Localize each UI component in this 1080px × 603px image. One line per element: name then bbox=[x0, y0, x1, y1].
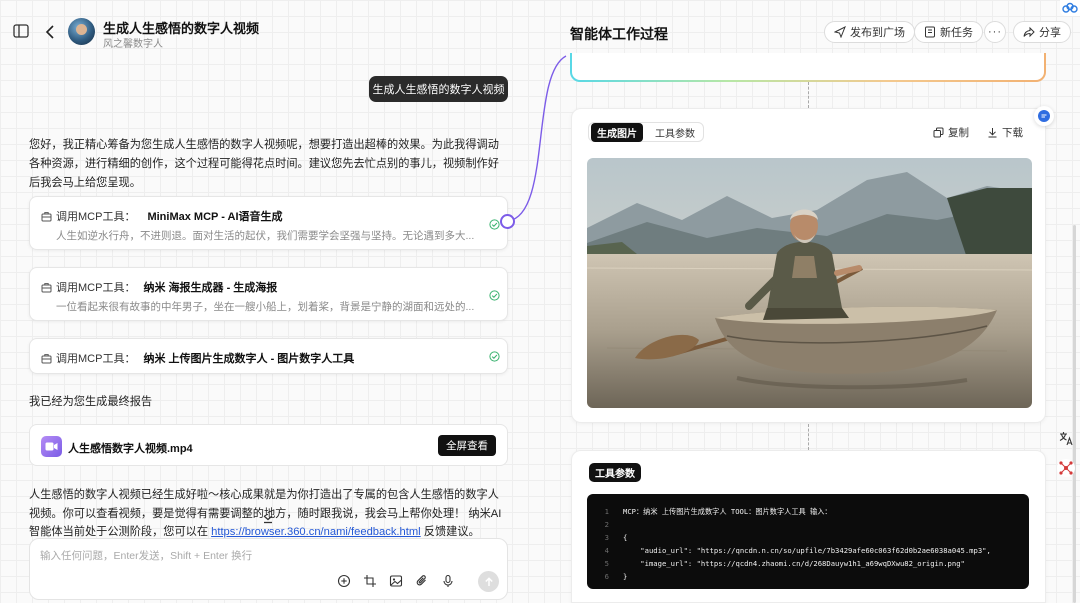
new-task-button[interactable]: 新任务 bbox=[914, 21, 983, 43]
chat-bubble-icon bbox=[1038, 110, 1050, 122]
assistant-reply: 您好，我正精心筹备为您生成人生感悟的数字人视频呢，想要打造出超棒的效果。为此我得… bbox=[29, 139, 499, 189]
new-task-icon bbox=[925, 26, 935, 38]
sidebar-toggle-icon[interactable] bbox=[13, 24, 29, 38]
tool-call-card[interactable]: 调用MCP工具： MiniMax MCP - AI语音生成 人生如逆水行舟，不进… bbox=[29, 196, 508, 250]
report-label: 我已经为您生成最终报告 bbox=[29, 396, 153, 408]
code-line: 4 "audio_url": "https://qncdn.n.cn/so/up… bbox=[604, 546, 991, 555]
final-message-tail: 反馈建议。 bbox=[420, 526, 480, 538]
check-circle-icon bbox=[489, 219, 500, 230]
scroll-down-icon[interactable] bbox=[262, 513, 274, 525]
input-toolbar bbox=[337, 574, 455, 588]
previous-step-card bbox=[570, 53, 1046, 82]
tool-call-prefix: 调用MCP工具： bbox=[56, 211, 136, 223]
more-button[interactable]: ··· bbox=[984, 21, 1006, 43]
tool-call-detail: 人生如逆水行舟，不进则退。面对生活的起伏，我们需要学会坚强与坚持。无论遇到多大.… bbox=[56, 230, 475, 242]
arrow-up-icon bbox=[484, 576, 493, 586]
tool-call-prefix: 调用MCP工具： bbox=[56, 282, 136, 294]
download-icon bbox=[988, 128, 997, 138]
copy-icon bbox=[933, 127, 944, 138]
tool-call-header: 调用MCP工具： 纳米 海报生成器 - 生成海报 bbox=[41, 279, 277, 295]
toolbox-icon bbox=[41, 353, 52, 363]
check-circle-icon bbox=[489, 351, 500, 362]
cloud-logo-icon bbox=[1062, 2, 1078, 13]
publish-button[interactable]: 发布到广场 bbox=[824, 21, 915, 43]
share-icon bbox=[1023, 26, 1035, 38]
tool-call-name: 纳米 上传图片生成数字人 - 图片数字人工具 bbox=[143, 353, 355, 365]
step-connector bbox=[808, 82, 809, 108]
floating-chat-button[interactable] bbox=[1034, 106, 1054, 126]
panel-scrollbar[interactable] bbox=[1073, 225, 1076, 603]
microphone-icon[interactable] bbox=[441, 574, 455, 588]
code-line: 5 "image_url": "https://qcdn4.zhaomi.cn/… bbox=[604, 559, 965, 568]
tool-call-card[interactable]: 调用MCP工具： 纳米 海报生成器 - 生成海报 一位看起来很有故事的中年男子，… bbox=[29, 267, 508, 321]
generated-image-card: 生成图片 工具参数 复制 下载 bbox=[571, 108, 1046, 423]
chevron-left-icon[interactable] bbox=[43, 24, 57, 40]
video-filename: 人生感悟数字人视频.mp4 bbox=[68, 443, 193, 455]
send-button[interactable] bbox=[478, 571, 499, 592]
avatar bbox=[68, 18, 95, 45]
download-label: 下载 bbox=[1002, 127, 1023, 139]
step-connector bbox=[808, 424, 809, 450]
app-logo[interactable] bbox=[1060, 0, 1080, 16]
copy-button[interactable]: 复制 bbox=[933, 125, 969, 140]
panel-title: 智能体工作过程 bbox=[570, 26, 668, 42]
chat-input-box bbox=[29, 538, 508, 600]
code-line: 3{ bbox=[604, 533, 628, 542]
code-line: 2 bbox=[604, 520, 609, 529]
final-message: 人生感悟的数字人视频已经生成好啦～核心成果就是为你打造出了专属的包含人生感悟的数… bbox=[29, 486, 509, 538]
image-icon[interactable] bbox=[389, 574, 403, 588]
translate-icon[interactable] bbox=[1058, 430, 1074, 446]
tool-params-card: 工具参数 1 MCP：纳米 上传图片生成数字人 TOOL：图片数字人工具 输入： … bbox=[571, 450, 1046, 603]
toolbox-icon bbox=[41, 282, 52, 292]
tool-call-header: 调用MCP工具： MiniMax MCP - AI语音生成 bbox=[41, 208, 283, 224]
image-actions: 复制 下载 bbox=[933, 125, 1023, 140]
generated-image[interactable] bbox=[587, 158, 1032, 408]
tool-call-prefix: 调用MCP工具： bbox=[56, 353, 136, 365]
add-circle-icon[interactable] bbox=[337, 574, 351, 588]
tool-call-name: 纳米 海报生成器 - 生成海报 bbox=[143, 282, 278, 294]
tool-params-title: 工具参数 bbox=[589, 463, 641, 482]
copy-label: 复制 bbox=[948, 127, 969, 139]
send-icon bbox=[834, 26, 846, 38]
app-header: 生成人生感悟的数字人视频 风之馨数字人 智能体工作过程 发布到广场 新任务 ··… bbox=[0, 0, 1080, 60]
crop-icon[interactable] bbox=[363, 574, 377, 588]
video-file-icon bbox=[41, 436, 62, 457]
code-block[interactable]: 1 MCP：纳米 上传图片生成数字人 TOOL：图片数字人工具 输入： 2 3{ … bbox=[587, 494, 1029, 589]
download-button[interactable]: 下载 bbox=[987, 125, 1023, 140]
tool-call-card[interactable]: 调用MCP工具： 纳米 上传图片生成数字人 - 图片数字人工具 bbox=[29, 338, 508, 374]
publish-label: 发布到广场 bbox=[850, 27, 905, 39]
share-label: 分享 bbox=[1039, 27, 1061, 39]
page-subtitle: 风之馨数字人 bbox=[103, 39, 163, 50]
check-circle-icon bbox=[489, 290, 500, 301]
tool-call-detail: 一位看起来很有故事的中年男子，坐在一艘小船上，划着桨，背景是宁静的湖面和远处的.… bbox=[56, 301, 475, 313]
attachment-icon[interactable] bbox=[415, 574, 429, 588]
code-line: 6} bbox=[604, 572, 628, 581]
new-task-label: 新任务 bbox=[940, 27, 973, 39]
share-button[interactable]: 分享 bbox=[1013, 21, 1071, 43]
video-attachment[interactable]: 人生感悟数字人视频.mp4 全屏查看 bbox=[29, 424, 508, 466]
app-grid-icon[interactable] bbox=[1056, 458, 1076, 478]
code-line: 1 MCP：纳米 上传图片生成数字人 TOOL：图片数字人工具 输入： bbox=[604, 506, 832, 517]
image-card-tabs: 生成图片 工具参数 bbox=[588, 122, 704, 142]
chat-input[interactable] bbox=[40, 547, 480, 565]
fullscreen-button[interactable]: 全屏查看 bbox=[438, 435, 496, 456]
tab-generated-image[interactable]: 生成图片 bbox=[591, 122, 643, 142]
tool-call-header: 调用MCP工具： 纳米 上传图片生成数字人 - 图片数字人工具 bbox=[41, 350, 354, 366]
toolbox-icon bbox=[41, 211, 52, 221]
user-message: 生成人生感悟的数字人视频 bbox=[369, 76, 508, 102]
connector-node bbox=[500, 214, 515, 229]
feedback-link[interactable]: https://browser.360.cn/nami/feedback.htm… bbox=[211, 526, 421, 538]
tab-tool-params[interactable]: 工具参数 bbox=[649, 123, 701, 142]
tool-call-name: MiniMax MCP - AI语音生成 bbox=[147, 211, 283, 223]
